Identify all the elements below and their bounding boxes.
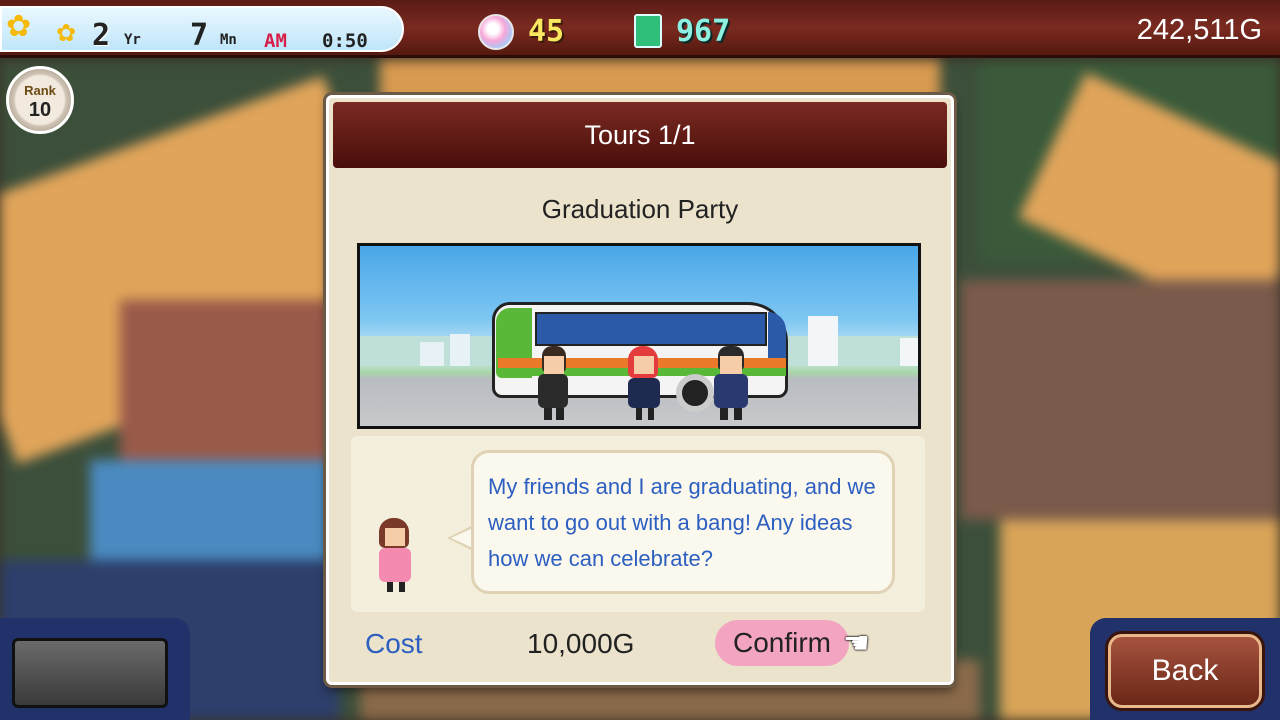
year-value: 2 xyxy=(92,18,111,53)
back-panel: Back xyxy=(1090,618,1280,720)
medal-count: 45 xyxy=(528,14,565,49)
sunflower-icon: ✿ xyxy=(56,20,77,47)
cost-value: 10,000G xyxy=(527,628,635,659)
back-button[interactable]: Back xyxy=(1108,634,1262,708)
month-value: 7 xyxy=(190,18,209,53)
confirm-button[interactable]: Confirm xyxy=(715,620,849,666)
ticket-count: 967 xyxy=(676,14,731,49)
student-boy xyxy=(536,346,570,422)
date-time-panel: ✿ ✿ 2 Yr 7 Mn AM 0:50 xyxy=(0,6,404,53)
student-girl xyxy=(624,346,664,422)
teacher xyxy=(712,346,752,422)
left-action-panel xyxy=(0,618,190,720)
rank-value: 10 xyxy=(28,99,52,121)
clock-time: 0:50 xyxy=(322,30,368,52)
blank-button[interactable] xyxy=(12,638,168,708)
sunflower-icon: ✿ xyxy=(6,10,32,43)
dialog-title: Tours 1/1 xyxy=(333,102,947,168)
year-unit: Yr xyxy=(124,32,141,48)
gold-amount: 242,511G xyxy=(1136,14,1262,46)
top-status-bar: ✿ ✿ 2 Yr 7 Mn AM 0:50 45 967 242,511G xyxy=(0,0,1280,58)
tour-name: Graduation Party xyxy=(541,194,739,224)
cost-label: Cost xyxy=(365,628,423,659)
hand-pointer-icon: ☚ xyxy=(843,627,870,660)
medal-icon xyxy=(478,14,514,50)
am-pm-indicator: AM xyxy=(264,30,287,52)
speech-bubble: My friends and I are graduating, and we … xyxy=(471,450,895,594)
ticket-icon xyxy=(634,14,662,48)
tours-dialog: Tours 1/1 Graduation Party My friends an… xyxy=(326,95,954,685)
month-unit: Mn xyxy=(220,32,237,48)
tour-illustration xyxy=(357,243,921,429)
guest-character xyxy=(375,518,415,594)
rank-label: Rank xyxy=(24,83,56,98)
rank-badge[interactable]: Rank 10 xyxy=(6,66,74,134)
message-area: My friends and I are graduating, and we … xyxy=(351,436,925,612)
